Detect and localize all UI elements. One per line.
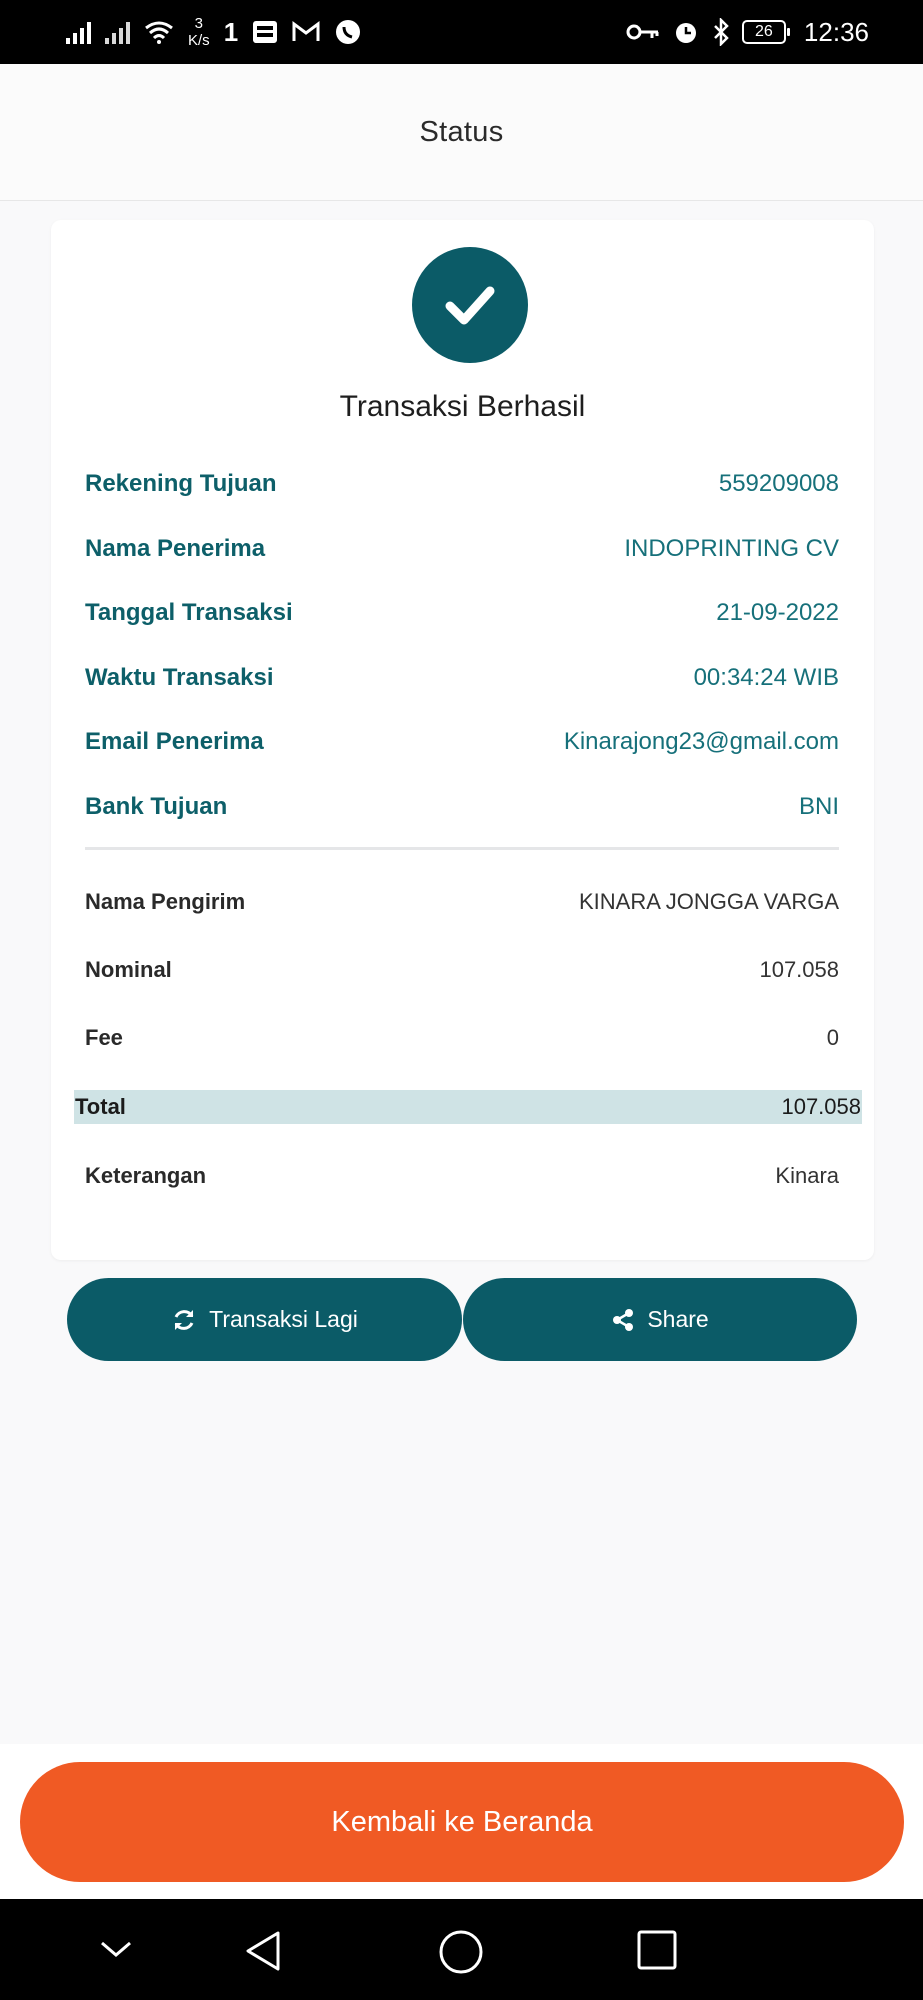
detail-row-note: Keterangan Kinara xyxy=(85,1142,839,1210)
page-title: Status xyxy=(419,115,504,148)
detail-label: Email Penerima xyxy=(85,728,264,756)
detail-row-bank: Bank Tujuan BNI xyxy=(85,775,839,840)
detail-label: Nominal xyxy=(85,957,172,982)
clock: 12:36 xyxy=(803,16,869,47)
detail-value: Kinara xyxy=(775,1163,839,1188)
wifi-icon xyxy=(145,21,173,44)
detail-row-account: Rekening Tujuan 559209008 xyxy=(85,452,839,517)
detail-value: KINARA JONGGA VARGA xyxy=(579,889,839,914)
detail-value: INDOPRINTING CV xyxy=(624,534,839,562)
detail-label: Waktu Transaksi xyxy=(85,663,274,691)
brimo-icon xyxy=(253,21,278,43)
result-title: Transaksi Berhasil xyxy=(339,390,586,423)
share-label: Share xyxy=(647,1306,709,1332)
detail-label: Keterangan xyxy=(85,1163,207,1188)
alarm-icon xyxy=(675,23,696,43)
home-icon[interactable] xyxy=(438,1929,484,1975)
key-icon xyxy=(626,24,659,40)
detail-label: Rekening Tujuan xyxy=(85,470,277,498)
detail-label: Bank Tujuan xyxy=(85,792,228,820)
detail-label: Nama Penerima xyxy=(85,534,266,562)
detail-value: 107.058 xyxy=(759,957,839,982)
recipient-details: Rekening Tujuan 559209008 Nama Penerima … xyxy=(85,452,839,839)
back-to-home-button[interactable]: Kembali ke Beranda xyxy=(20,1762,904,1882)
transaction-again-button[interactable]: Transaksi Lagi xyxy=(67,1278,462,1361)
detail-row-nominal: Nominal 107.058 xyxy=(85,936,839,1004)
signal-icon xyxy=(105,20,130,44)
detail-label: Tanggal Transaksi xyxy=(85,599,293,627)
share-button[interactable]: Share xyxy=(463,1278,857,1361)
detail-row-recipient: Nama Penerima INDOPRINTING CV xyxy=(85,517,839,582)
system-nav-bar xyxy=(0,1899,923,2000)
share-icon xyxy=(613,1308,634,1331)
notification-icon: 1 xyxy=(223,17,239,47)
check-icon xyxy=(412,247,528,363)
transaction-receipt-card: Transaksi Berhasil Rekening Tujuan 55920… xyxy=(51,220,874,1260)
recents-icon[interactable] xyxy=(636,1929,678,1971)
back-icon[interactable] xyxy=(242,1929,286,1973)
gmail-icon xyxy=(292,21,320,41)
battery-icon: 26 xyxy=(741,20,790,44)
detail-value: 21-09-2022 xyxy=(716,599,839,627)
detail-value: 00:34:24 WIB xyxy=(693,663,839,691)
note-details: Keterangan Kinara xyxy=(85,1142,839,1210)
status-bar: 3 K/s 1 26 12:36 xyxy=(0,0,923,64)
detail-row-email: Email Penerima Kinarajong23@gmail.com xyxy=(85,710,839,775)
detail-label: Fee xyxy=(85,1025,123,1050)
divider xyxy=(85,847,839,850)
detail-row-sender: Nama Pengirim KINARA JONGGA VARGA xyxy=(85,868,839,936)
detail-row-date: Tanggal Transaksi 21-09-2022 xyxy=(85,581,839,646)
detail-value: Kinarajong23@gmail.com xyxy=(563,728,839,756)
network-speed: 3 K/s xyxy=(188,15,210,49)
page-header: Status xyxy=(0,64,923,201)
detail-row-fee: Fee 0 xyxy=(85,1004,839,1072)
total-label: Total xyxy=(75,1094,126,1119)
refresh-icon xyxy=(174,1309,194,1330)
signal-icon xyxy=(66,20,91,44)
footer: Kembali ke Beranda xyxy=(0,1744,923,1899)
payment-details: Nama Pengirim KINARA JONGGA VARGA Nomina… xyxy=(85,868,839,1072)
bluetooth-icon xyxy=(714,18,729,46)
chevron-down-icon[interactable] xyxy=(96,1929,136,1969)
transaction-again-label: Transaksi Lagi xyxy=(209,1306,358,1332)
detail-value: 559209008 xyxy=(718,470,839,498)
detail-value: 0 xyxy=(826,1025,839,1050)
total-value: 107.058 xyxy=(781,1094,861,1119)
back-to-home-label: Kembali ke Beranda xyxy=(331,1805,593,1838)
detail-row-time: Waktu Transaksi 00:34:24 WIB xyxy=(85,646,839,711)
whatsapp-icon xyxy=(336,20,361,44)
detail-value: BNI xyxy=(798,792,839,820)
detail-label: Nama Pengirim xyxy=(85,889,246,914)
detail-row-total: Total 107.058 xyxy=(74,1090,862,1124)
